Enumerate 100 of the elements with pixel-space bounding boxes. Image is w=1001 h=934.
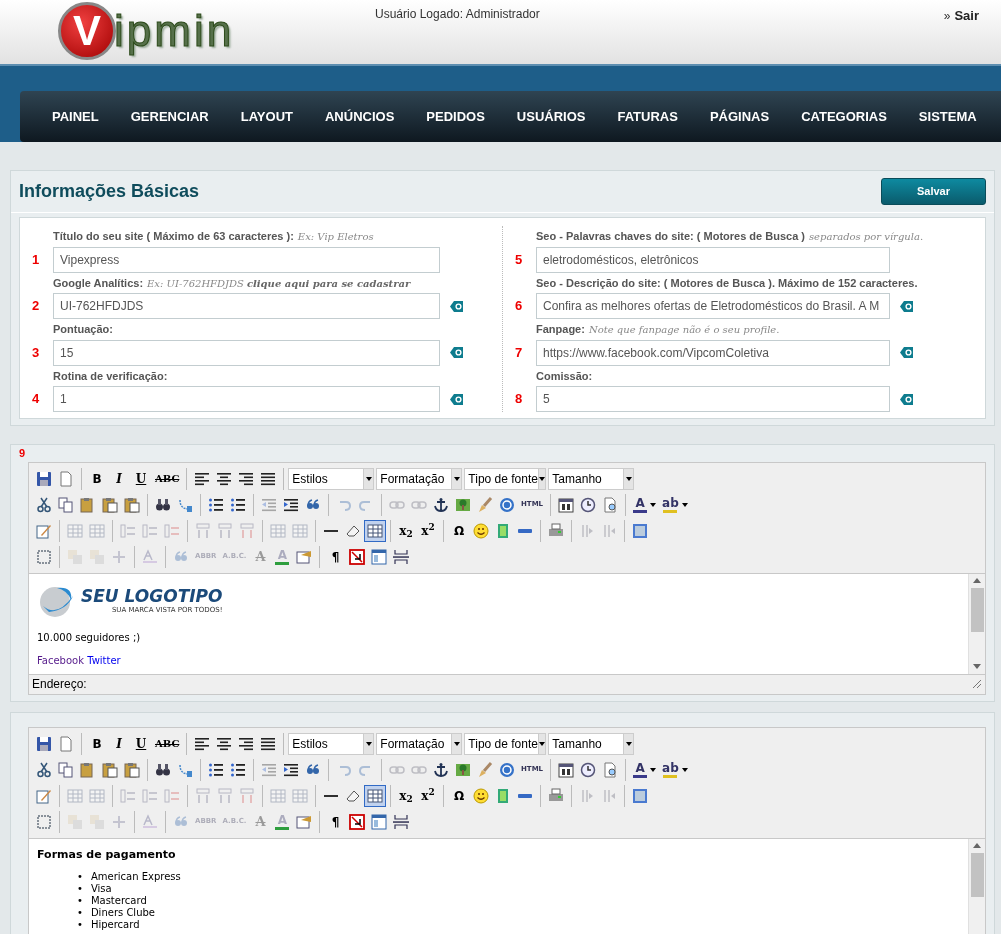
- show-blocks-icon: [371, 548, 388, 565]
- scroll-up-icon[interactable]: [973, 842, 981, 849]
- format-button[interactable]: x$_{2}$: [395, 784, 417, 807]
- insert-row-icon: [120, 522, 136, 539]
- format-button[interactable]: x$^{2}$: [417, 784, 439, 807]
- text-field[interactable]: 1: [53, 386, 440, 412]
- dropdown[interactable]: Estilos: [288, 467, 375, 490]
- window-icon: [632, 787, 648, 804]
- dropdown[interactable]: Tamanho: [548, 467, 635, 490]
- move-icon: [111, 813, 127, 830]
- format-button[interactable]: ab: [659, 493, 691, 516]
- nav-link[interactable]: PEDIDOS: [410, 106, 501, 127]
- format-button[interactable]: ¶: [324, 545, 347, 568]
- insert-column-icon: [217, 522, 233, 539]
- field-number: 8: [514, 390, 524, 409]
- format-button[interactable]: Ω: [448, 784, 470, 807]
- film-icon: [495, 522, 511, 539]
- section-title: Informações Básicas: [19, 180, 200, 203]
- dropdown[interactable]: Formatação: [376, 732, 463, 755]
- format-button[interactable]: Ω: [448, 519, 470, 542]
- dropdown[interactable]: Formatação: [376, 467, 463, 490]
- help-icon: [499, 496, 515, 513]
- editor-content[interactable]: Formas de pagamento • American Express • Visa • Mastercard • Diners Clube • Hipercard: [29, 838, 968, 934]
- field-label: Comissão:: [536, 369, 593, 382]
- field-label: Fanpage:: [536, 323, 585, 335]
- nav-link[interactable]: PAINEL: [36, 106, 115, 127]
- resize-grip-icon[interactable]: [972, 679, 982, 689]
- text-field[interactable]: 15: [53, 339, 440, 366]
- indent-icon: [283, 761, 299, 778]
- dropdown[interactable]: Tamanho: [548, 732, 635, 755]
- scroll-up-icon[interactable]: [973, 577, 981, 584]
- link[interactable]: Facebook: [37, 654, 84, 666]
- scrollbar[interactable]: [968, 573, 985, 674]
- format-button[interactable]: ABC: [152, 732, 183, 755]
- nav-link[interactable]: USUÁRIOS: [500, 106, 602, 127]
- nav-link[interactable]: ANÚNCIOS: [309, 106, 411, 127]
- help-tag-icon[interactable]: [450, 346, 463, 359]
- field-label: Rotina de verificação:: [53, 369, 168, 382]
- align-center-icon: [216, 470, 233, 487]
- numbered-list-icon: [230, 496, 246, 513]
- format-button[interactable]: U: [130, 467, 152, 490]
- table-icon: [67, 522, 83, 539]
- outdent-icon: [261, 496, 277, 513]
- help-tag-icon[interactable]: [900, 392, 913, 406]
- text-field[interactable]: UI-762HFDJDS: [53, 293, 440, 319]
- text-field[interactable]: Vipexpress: [53, 246, 440, 273]
- save-icon: [36, 470, 52, 487]
- signup-link[interactable]: clique aqui para se cadastrar: [246, 277, 411, 289]
- layers-icon: [67, 548, 83, 565]
- text-field[interactable]: eletrodomésticos, eletrônicos: [536, 246, 890, 273]
- table-button[interactable]: [364, 519, 386, 542]
- text-field[interactable]: 5: [536, 386, 890, 412]
- indent-icon: [283, 496, 299, 513]
- format-button[interactable]: I: [108, 732, 130, 755]
- format-button[interactable]: x$^{2}$: [417, 519, 439, 542]
- link[interactable]: Twitter: [87, 654, 121, 666]
- dropdown[interactable]: Estilos: [288, 732, 375, 755]
- help-icon: [499, 761, 515, 778]
- format-button[interactable]: I: [108, 467, 130, 490]
- dropdown[interactable]: Tipo de fonte: [464, 467, 547, 490]
- format-button[interactable]: ¶: [324, 810, 347, 833]
- nav-link[interactable]: GERENCIAR: [114, 106, 225, 127]
- format-button[interactable]: B: [86, 467, 108, 490]
- format-button[interactable]: U: [130, 732, 152, 755]
- text-field[interactable]: https://www.facebook.com/VipcomColetiva: [536, 339, 890, 366]
- table-button[interactable]: [364, 784, 386, 807]
- dropdown[interactable]: Tipo de fonte: [464, 732, 547, 755]
- delete-row-icon: [164, 787, 180, 804]
- delete-row-icon: [164, 522, 180, 539]
- window-icon: [632, 522, 648, 539]
- nav-link[interactable]: LAYOUT: [224, 106, 309, 127]
- bullet: •: [77, 907, 83, 919]
- format-button[interactable]: ab: [659, 758, 691, 781]
- caret-icon: [625, 741, 632, 746]
- help-tag-icon[interactable]: [450, 392, 463, 406]
- nav-link[interactable]: FATURAS: [601, 106, 694, 127]
- format-button[interactable]: A: [630, 758, 660, 781]
- nav-link[interactable]: PÁGINAS: [693, 106, 786, 127]
- image-icon: [455, 761, 471, 778]
- form-edit-icon: [36, 787, 52, 804]
- format-button[interactable]: ABC: [152, 467, 183, 490]
- logout-link[interactable]: Sair: [954, 6, 979, 26]
- text-field[interactable]: Confira as melhores ofertas de Eletrodomésticos do Brasil. A M: [536, 293, 890, 319]
- help-tag-icon[interactable]: [450, 299, 463, 313]
- format-button[interactable]: A: [630, 493, 660, 516]
- format-button[interactable]: B: [86, 732, 108, 755]
- nav-link[interactable]: SISTEMA: [902, 106, 993, 127]
- scrollbar[interactable]: [968, 838, 985, 934]
- help-tag-icon[interactable]: [900, 299, 913, 313]
- field-label: Seo - Palavras chaves do site: ( Motores de Busca ): [536, 230, 805, 242]
- insert-row-icon: [142, 522, 158, 539]
- template-icon: [296, 813, 313, 830]
- format-button[interactable]: x$_{2}$: [395, 519, 417, 542]
- nav-link[interactable]: CATEGORIAS: [785, 106, 903, 127]
- paragraph-direction-icon: [601, 522, 617, 539]
- copy-icon: [58, 496, 74, 513]
- scroll-down-icon[interactable]: [973, 663, 981, 670]
- caret-icon: [650, 767, 657, 772]
- help-tag-icon[interactable]: [900, 346, 913, 359]
- save-button[interactable]: Salvar: [881, 178, 986, 205]
